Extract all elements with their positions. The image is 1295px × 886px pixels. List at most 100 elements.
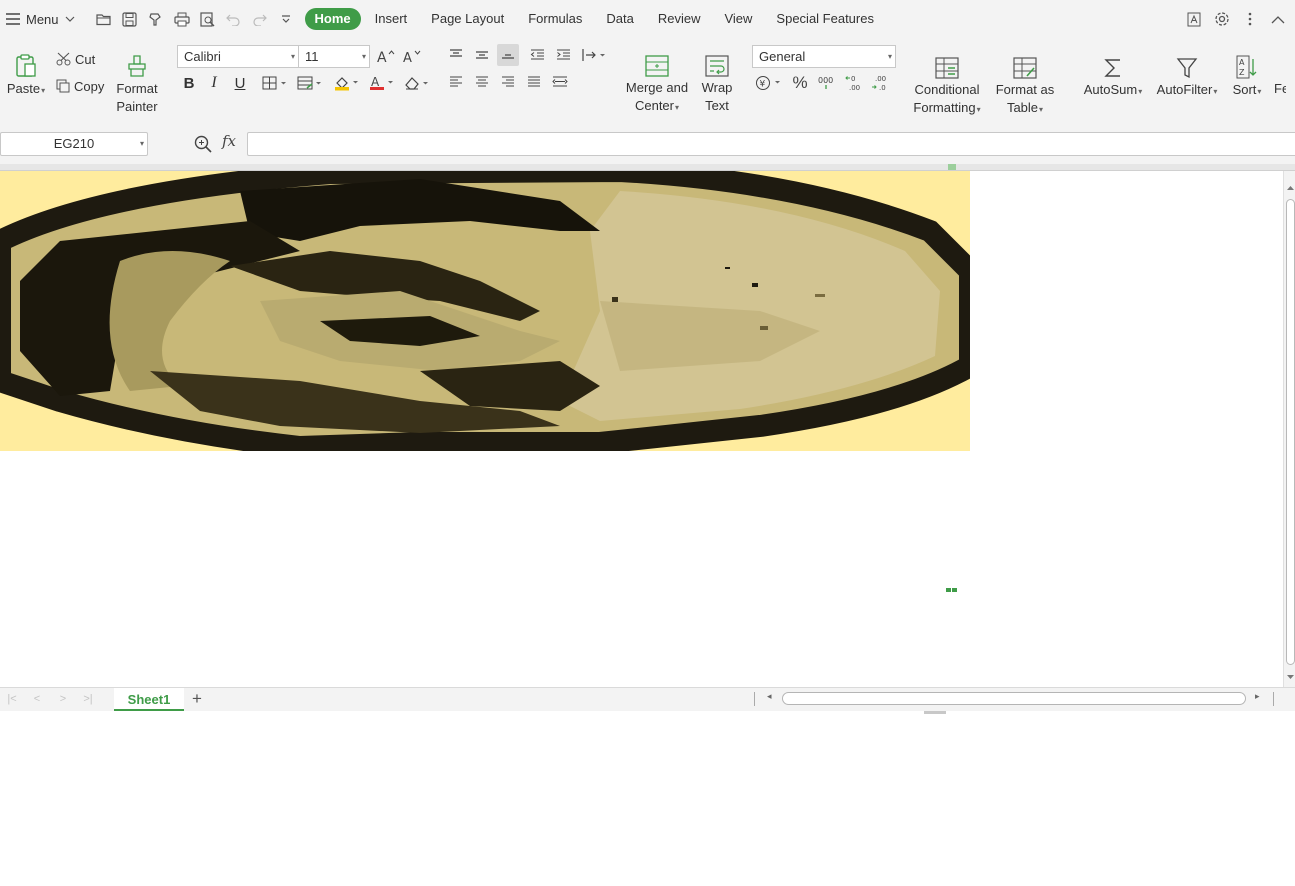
zoom-search-icon[interactable]	[193, 134, 213, 154]
align-top-icon[interactable]	[445, 44, 467, 66]
format-painter-line1: Format	[116, 81, 158, 96]
copy-button[interactable]: Copy	[56, 75, 104, 97]
sheet-tab-sheet1[interactable]: Sheet1	[114, 688, 184, 711]
percent-icon[interactable]: %	[789, 72, 811, 94]
align-left-icon[interactable]	[445, 71, 467, 93]
sheet-tabs-bar: |< < > >| Sheet1 + ◂ ▸	[0, 687, 1295, 711]
justify-icon[interactable]	[523, 71, 545, 93]
autofilter-button[interactable]: AutoFilter▾	[1152, 49, 1222, 101]
format-as-table-icon	[1013, 57, 1037, 79]
undo-icon[interactable]	[221, 6, 247, 32]
italic-icon[interactable]: I	[203, 72, 225, 94]
font-size-select[interactable]: 11 ▾	[298, 45, 370, 68]
wrap-line2: Text	[705, 98, 729, 113]
scroll-divider-right[interactable]	[1273, 692, 1274, 706]
chevron-down-icon	[65, 16, 74, 22]
print-icon[interactable]	[169, 6, 195, 32]
first-sheet-icon[interactable]: |<	[4, 691, 20, 707]
accessibility-icon[interactable]	[1183, 8, 1205, 30]
open-folder-icon[interactable]	[91, 6, 117, 32]
font-size-value: 11	[305, 49, 319, 64]
prev-sheet-icon[interactable]: <	[29, 691, 45, 707]
increase-decimal-icon[interactable]: 0.00	[844, 72, 866, 94]
tab-special-features[interactable]: Special Features	[766, 8, 884, 30]
bold-icon[interactable]: B	[178, 72, 200, 94]
sheet-grid[interactable]	[0, 171, 1283, 687]
scroll-down-arrow-icon[interactable]	[1287, 675, 1294, 680]
fill-button-truncated[interactable]: Fe	[1274, 77, 1286, 99]
increase-indent-icon[interactable]	[552, 44, 574, 66]
fill-color-icon[interactable]	[332, 72, 362, 94]
clear-eraser-icon[interactable]	[402, 72, 432, 94]
vertical-scroll-thumb[interactable]	[1286, 199, 1295, 665]
collapse-ribbon-icon[interactable]	[1267, 8, 1289, 30]
merge-and-center-button[interactable]: Merge and Center▾	[624, 47, 690, 117]
currency-icon[interactable]: ¥	[754, 72, 784, 94]
align-middle-icon[interactable]	[471, 44, 493, 66]
vertical-scrollbar[interactable]	[1283, 171, 1295, 687]
autosum-button[interactable]: AutoSum▾	[1080, 49, 1146, 101]
sort-label: Sort	[1232, 82, 1257, 97]
settings-gear-icon[interactable]	[1211, 8, 1233, 30]
merge-cells-icon	[645, 55, 669, 77]
tab-view[interactable]: View	[714, 8, 762, 30]
scroll-divider[interactable]	[754, 692, 755, 706]
text-direction-icon[interactable]	[580, 44, 608, 66]
pane-splitter-handle[interactable]	[924, 711, 946, 714]
more-vertical-icon[interactable]	[1239, 8, 1261, 30]
merge-line1: Merge and	[625, 80, 689, 95]
align-center-icon[interactable]	[471, 71, 493, 93]
font-name-select[interactable]: Calibri ▾	[177, 45, 299, 68]
conditional-formatting-icon	[935, 57, 959, 79]
add-sheet-plus-icon[interactable]: +	[188, 689, 206, 708]
name-box[interactable]: EG210 ▾	[0, 132, 148, 156]
save-icon[interactable]	[117, 6, 143, 32]
scroll-right-arrow-icon[interactable]: ▸	[1255, 691, 1260, 702]
tab-page-layout[interactable]: Page Layout	[421, 8, 514, 30]
tab-formulas[interactable]: Formulas	[518, 8, 592, 30]
paste-button[interactable]: Paste▾	[4, 48, 48, 100]
number-format-select[interactable]: General ▾	[752, 45, 896, 68]
inserted-picture[interactable]	[0, 171, 970, 451]
svg-text:.00: .00	[875, 75, 886, 83]
main-menu-button[interactable]: Menu	[0, 0, 81, 38]
customize-icon[interactable]	[273, 6, 299, 32]
distributed-icon[interactable]	[549, 71, 571, 93]
thousands-separator-icon[interactable]: 000	[815, 72, 837, 94]
next-sheet-icon[interactable]: >	[55, 691, 71, 707]
horizontal-scroll-thumb[interactable]	[782, 692, 1246, 705]
wrap-text-button[interactable]: Wrap Text	[697, 47, 737, 115]
last-sheet-icon[interactable]: >|	[80, 691, 96, 707]
conditional-formatting-button[interactable]: Conditional Formatting▾	[908, 49, 986, 119]
sort-button[interactable]: AZ Sort▾	[1228, 49, 1266, 101]
decrease-indent-icon[interactable]	[526, 44, 548, 66]
tab-insert[interactable]: Insert	[365, 8, 418, 30]
name-box-value: EG210	[53, 136, 95, 151]
borders-icon[interactable]	[260, 72, 290, 94]
svg-text:Z: Z	[1239, 68, 1245, 77]
tab-review[interactable]: Review	[648, 8, 711, 30]
ribbon-toolbar: Paste▾ Cut Copy Format Painter Calibri ▾ …	[0, 38, 1295, 120]
tab-home[interactable]: Home	[304, 8, 361, 30]
decrease-decimal-icon[interactable]: .00.0	[870, 72, 892, 94]
align-bottom-icon[interactable]	[497, 44, 519, 66]
cell-style-icon[interactable]	[295, 72, 325, 94]
print-preview-icon[interactable]	[195, 6, 221, 32]
function-fx-icon[interactable]: fx	[222, 132, 236, 150]
format-painter-button[interactable]: Format Painter	[112, 48, 162, 116]
increase-font-icon[interactable]: A	[375, 45, 397, 67]
format-icon[interactable]	[143, 6, 169, 32]
align-right-icon[interactable]	[497, 71, 519, 93]
font-color-icon[interactable]: A	[367, 72, 397, 94]
formula-input[interactable]	[247, 132, 1295, 156]
tab-data[interactable]: Data	[596, 8, 643, 30]
scroll-up-arrow-icon[interactable]	[1287, 185, 1294, 190]
selection-handle[interactable]	[946, 587, 958, 593]
fat-line2: Table	[1006, 100, 1039, 115]
cut-button[interactable]: Cut	[56, 48, 95, 70]
redo-icon[interactable]	[247, 6, 273, 32]
underline-icon[interactable]: U	[229, 72, 251, 94]
decrease-font-icon[interactable]: A	[401, 45, 423, 67]
format-as-table-button[interactable]: Format as Table▾	[992, 49, 1058, 119]
scroll-left-arrow-icon[interactable]: ◂	[767, 691, 772, 702]
